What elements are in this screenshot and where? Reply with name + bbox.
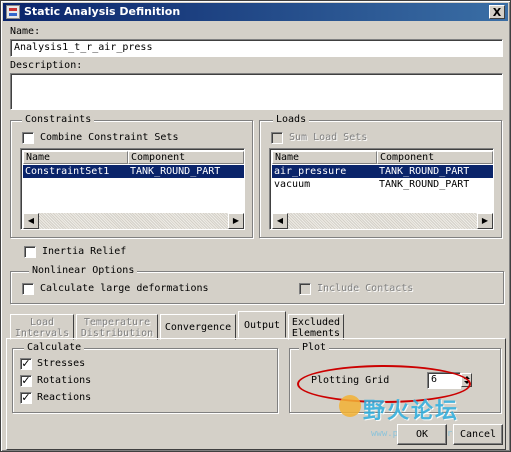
watermark-text: 野火论坛 [363, 399, 460, 424]
tab-output[interactable]: Output [238, 311, 286, 338]
row-component: TANK_ROUND_PART [379, 166, 470, 177]
scroll-right-icon[interactable]: ▶ [228, 213, 244, 229]
constraints-list[interactable]: Name Component ConstraintSet1 TANK_ROUND… [20, 148, 245, 230]
large-deformations-checkbox[interactable] [22, 283, 34, 295]
large-deformations-label: Calculate large deformations [40, 283, 209, 294]
constraints-group-title: Constraints [22, 114, 95, 126]
tab-convergence[interactable]: Convergence [160, 314, 236, 340]
app-icon [6, 5, 20, 19]
row-component: TANK_ROUND_PART [130, 166, 221, 177]
sum-load-sets-label: Sum Load Sets [289, 132, 368, 143]
constraints-col-name[interactable]: Name [23, 151, 128, 164]
loads-col-component[interactable]: Component [377, 151, 493, 164]
combine-constraint-sets-checkbox[interactable] [22, 132, 34, 144]
combine-constraint-sets-label: Combine Constraint Sets [40, 132, 179, 143]
rotations-label: Rotations [37, 375, 92, 386]
constraints-hscrollbar[interactable]: ◀ ▶ [23, 213, 244, 229]
nonlinear-options-title: Nonlinear Options [29, 265, 138, 277]
inertia-relief-label: Inertia Relief [42, 246, 127, 257]
stresses-label: Stresses [37, 358, 86, 369]
tab-load-intervals[interactable]: Load Intervals [10, 314, 74, 340]
inertia-relief-checkbox[interactable] [24, 246, 36, 258]
row-name: air_pressure [274, 166, 347, 177]
reactions-label: Reactions [37, 392, 92, 403]
scroll-left-icon[interactable]: ◀ [272, 213, 288, 229]
tab-excluded-elements[interactable]: Excluded Elements [288, 314, 344, 340]
ok-button[interactable]: OK [397, 424, 447, 445]
stresses-checkbox[interactable]: ✓ [20, 358, 32, 370]
loads-hscrollbar[interactable]: ◀ ▶ [272, 213, 493, 229]
table-row[interactable]: air_pressure TANK_ROUND_PART [272, 165, 493, 178]
description-textarea[interactable] [10, 73, 503, 110]
scroll-left-icon[interactable]: ◀ [23, 213, 39, 229]
tab-temperature-distribution[interactable]: Temperature Distribution [76, 314, 158, 340]
sum-load-sets-checkbox[interactable] [271, 132, 283, 144]
name-input[interactable]: Analysis1_t_r_air_press [10, 39, 503, 57]
title-bar[interactable]: Static Analysis Definition X [3, 3, 508, 21]
row-name: ConstraintSet1 [25, 166, 110, 177]
scroll-right-icon[interactable]: ▶ [477, 213, 493, 229]
watermark-logo-icon [339, 395, 361, 417]
cancel-button[interactable]: Cancel [453, 424, 503, 445]
rotations-checkbox[interactable]: ✓ [20, 375, 32, 387]
window-title: Static Analysis Definition [24, 5, 181, 18]
include-contacts-checkbox[interactable] [299, 283, 311, 295]
table-row[interactable]: vacuum TANK_ROUND_PART [272, 178, 493, 191]
static-analysis-dialog: Static Analysis Definition X Name: Analy… [0, 0, 511, 452]
plot-group-title: Plot [299, 342, 330, 354]
calculate-group-title: Calculate [24, 342, 85, 354]
loads-list[interactable]: Name Component air_pressure TANK_ROUND_P… [269, 148, 494, 230]
loads-col-name[interactable]: Name [272, 151, 377, 164]
description-label: Description: [10, 60, 83, 71]
table-row[interactable]: ConstraintSet1 TANK_ROUND_PART [23, 165, 244, 178]
include-contacts-label: Include Contacts [317, 283, 414, 294]
constraints-col-component[interactable]: Component [128, 151, 244, 164]
reactions-checkbox[interactable]: ✓ [20, 392, 32, 404]
row-component: TANK_ROUND_PART [379, 179, 470, 190]
row-name: vacuum [274, 179, 311, 190]
name-label: Name: [10, 26, 41, 37]
loads-group-title: Loads [273, 114, 310, 126]
close-icon[interactable]: X [489, 5, 505, 19]
